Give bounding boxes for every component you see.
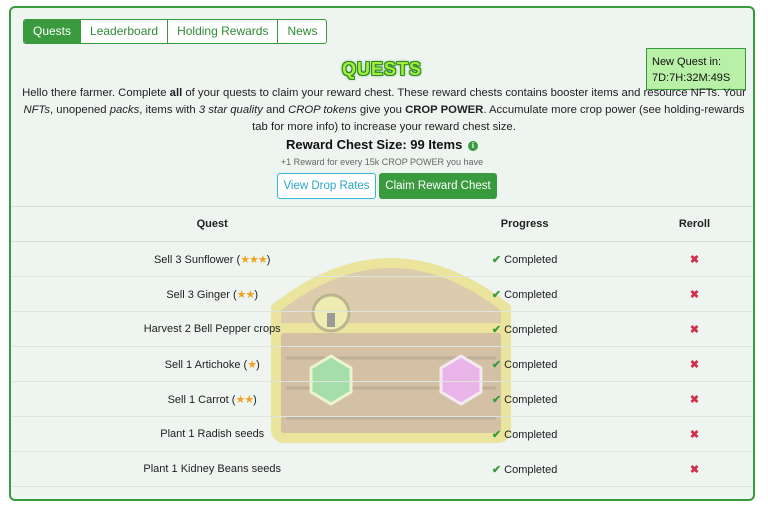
check-icon: ✔ [491,288,502,301]
quest-name: Harvest 2 Bell Pepper crops [143,323,281,335]
progress-cell: ✔ Completed [413,241,636,277]
close-icon[interactable]: ✖ [690,429,699,441]
intro-segment: give you [356,104,406,116]
intro-emphasis: NFTs [23,104,51,116]
tab-quests[interactable]: Quests [24,20,82,43]
progress-status: Completed [504,323,558,336]
table-row: Sell 1 Carrot (★★) ✔ Completed ✖ [11,381,753,417]
progress-cell: ✔ Completed [413,276,636,312]
star-icon: ★★★ [240,253,268,266]
reward-chest-size: Reward Chest Size: 99 Items i [11,137,753,152]
quest-stars: (★★) [228,393,257,406]
progress-cell: ✔ Completed [413,381,636,417]
reroll-cell: ✖ [635,381,753,417]
reroll-cell: ✖ [635,276,753,312]
tab-bar: Quests Leaderboard Holding Rewards News [23,19,328,44]
quest-name: Sell 3 Ginger [166,288,230,301]
reroll-cell: ✖ [635,416,753,452]
progress-cell: ✔ Completed [413,346,636,382]
progress-cell: ✔ Completed [413,416,636,452]
column-header-quest: Quest [11,206,414,242]
quest-cell: Sell 3 Ginger (★★) [11,276,414,312]
quest-name: Plant 1 Radish seeds [160,428,265,440]
table-row: Harvest 2 Bell Pepper crops ✔ Completed ✖ [11,311,753,347]
table-row: Sell 3 Ginger (★★) ✔ Completed ✖ [11,276,753,312]
info-icon[interactable]: i [467,141,478,151]
reroll-cell: ✖ [635,451,753,487]
quest-name: Sell 1 Carrot [167,393,229,406]
quest-cell: Harvest 2 Bell Pepper crops [11,311,414,347]
claim-reward-chest-button[interactable]: Claim Reward Chest [379,173,497,199]
close-icon[interactable]: ✖ [690,394,699,406]
check-icon: ✔ [491,393,502,406]
progress-status: Completed [504,463,558,476]
page-title: QUESTS [341,59,422,79]
intro-segment: and [262,104,289,116]
close-icon[interactable]: ✖ [690,289,699,301]
progress-status: Completed [504,393,558,406]
quest-cell: Sell 1 Artichoke (★) [11,346,414,382]
progress-status: Completed [504,288,558,301]
progress-status: Completed [504,428,558,441]
quest-stars: (★) [240,358,260,371]
quest-cell: Sell 1 Carrot (★★) [11,381,414,417]
intro-emphasis: CROP POWER [405,104,484,116]
intro-emphasis: all [169,87,183,99]
quest-stars: (★★) [229,288,259,301]
quest-stars: (★★★) [233,253,271,266]
view-drop-rates-button[interactable]: View Drop Rates [277,173,376,199]
table-row: Sell 3 Sunflower (★★★) ✔ Completed ✖ [11,241,753,277]
close-icon[interactable]: ✖ [690,254,699,266]
intro-segment: of your quests to claim your reward ches… [182,87,746,99]
table-row: Plant 1 Kidney Beans seeds ✔ Completed ✖ [11,451,753,487]
reroll-cell: ✖ [635,311,753,347]
progress-status: Completed [504,253,558,266]
quests-panel: Quests Leaderboard Holding Rewards News … [9,6,755,501]
quest-name: Plant 1 Kidney Beans seeds [143,463,281,475]
table-row: Plant 1 Radish seeds ✔ Completed ✖ [11,416,753,452]
progress-cell: ✔ Completed [413,311,636,347]
reward-chest-subtext: +1 Reward for every 15k CROP POWER you h… [280,157,484,167]
intro-segment: , items with [139,104,199,116]
reroll-cell: ✖ [635,346,753,382]
check-icon: ✔ [491,253,502,266]
check-icon: ✔ [491,428,502,441]
reroll-cell: ✖ [635,241,753,277]
intro-emphasis: 3 star quality [198,104,263,116]
quest-cell: Sell 3 Sunflower (★★★) [11,241,414,277]
close-icon[interactable]: ✖ [690,324,699,336]
quest-cell: Plant 1 Kidney Beans seeds [11,451,414,487]
column-header-reroll: Reroll [635,206,753,242]
intro-segment: , unopened [50,104,110,116]
check-icon: ✔ [491,358,502,371]
star-icon: ★★ [235,393,254,406]
quest-name: Sell 3 Sunflower [153,253,234,266]
table-header-row: Quest Progress Reroll [11,206,753,242]
check-icon: ✔ [491,463,502,476]
close-icon[interactable]: ✖ [690,359,699,371]
tab-holding-rewards[interactable]: Holding Rewards [168,20,279,43]
progress-status: Completed [504,358,558,371]
intro-emphasis: CROP tokens [288,104,357,116]
reward-chest-size-text: Reward Chest Size: 99 Items [286,137,463,152]
quest-cell: Plant 1 Radish seeds [11,416,414,452]
tab-news[interactable]: News [278,20,326,43]
intro-text: Hello there farmer. Complete all of your… [21,85,747,136]
close-icon[interactable]: ✖ [690,464,699,476]
quests-table: Quest Progress Reroll Sell 3 Sunflower (… [11,206,753,487]
check-icon: ✔ [491,323,502,336]
table-row: Sell 1 Artichoke (★) ✔ Completed ✖ [11,346,753,382]
star-icon: ★ [247,358,257,371]
star-icon: ★★ [236,288,256,301]
progress-cell: ✔ Completed [413,451,636,487]
column-header-progress: Progress [413,206,636,242]
quest-name: Sell 1 Artichoke [164,358,241,371]
intro-emphasis: packs [109,104,140,116]
intro-segment: Hello there farmer. Complete [22,87,170,99]
tab-leaderboard[interactable]: Leaderboard [81,20,169,43]
